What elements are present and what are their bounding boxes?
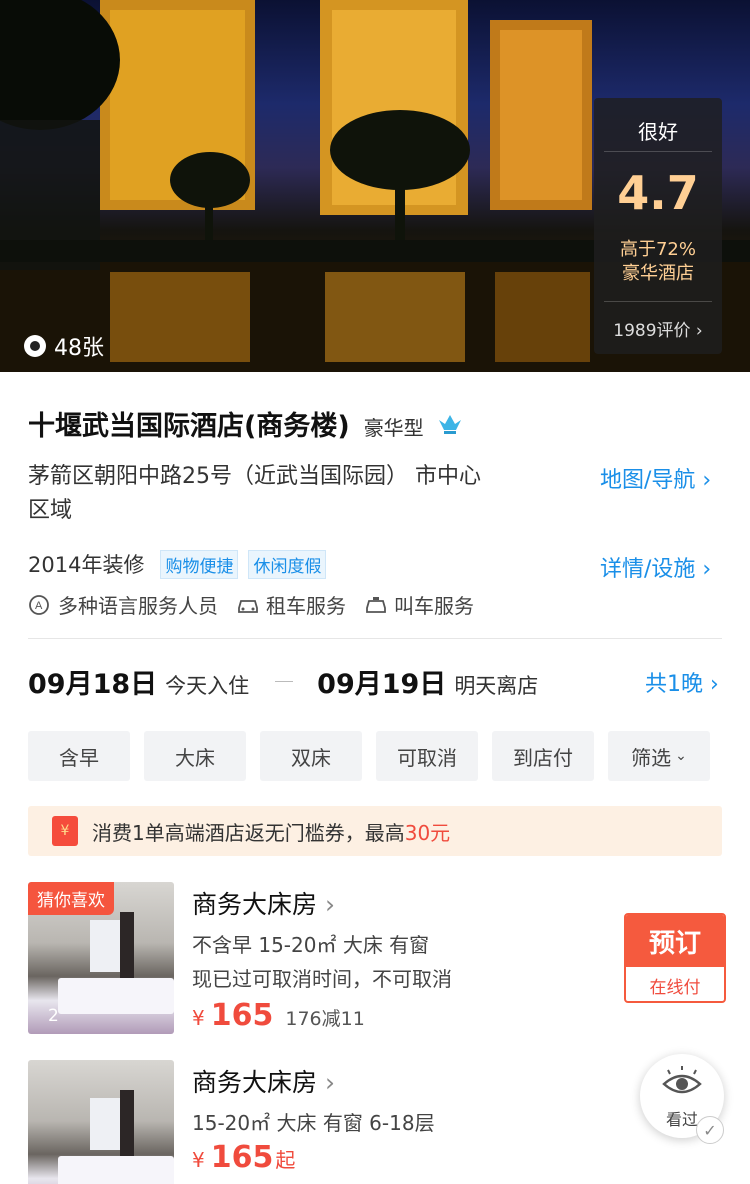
nights-link[interactable]: 共1晚 › xyxy=(645,666,719,698)
filter-more[interactable]: 筛选 ⌄ xyxy=(608,731,710,781)
room-cancel-policy: 现已过可取消时间，不可取消 xyxy=(192,967,452,991)
feature-tag: 休闲度假 xyxy=(248,549,327,579)
rating-score: 4.7 xyxy=(617,166,699,220)
currency-symbol: ¥ xyxy=(192,1148,205,1172)
map-navigation-link[interactable]: 地图/导航 › xyxy=(600,462,711,494)
hotel-name: 十堰武当国际酒店(商务楼) xyxy=(28,411,350,442)
chevron-right-icon: › xyxy=(702,468,712,493)
room-price: ¥ 165 176减11 xyxy=(192,998,365,1033)
pay-online-label: 在线付 xyxy=(649,977,701,998)
filter-cancellable[interactable]: 可取消 xyxy=(376,731,478,781)
svg-text:A: A xyxy=(35,600,43,612)
hotel-hero-photo[interactable]: 48张 很好 4.7 高于72% 豪华酒店 1989评价 › xyxy=(0,0,750,372)
book-label: 预订 xyxy=(626,915,724,967)
filter-breakfast[interactable]: 含早 xyxy=(28,731,130,781)
room-title-text: 商务大床房 xyxy=(192,1068,318,1097)
filter-twin-bed[interactable]: 双床 xyxy=(260,731,362,781)
book-button[interactable]: 预订 在线付 xyxy=(624,913,726,1003)
date-separator xyxy=(275,681,294,682)
room-image[interactable]: 猜你喜欢 2 xyxy=(28,882,174,1034)
photo-count[interactable]: 48张 xyxy=(24,330,104,362)
details-facilities-label: 详情/设施 xyxy=(600,557,696,582)
service-item: A 多种语言服务人员 xyxy=(28,590,218,619)
review-count: 1989评价 xyxy=(613,321,691,341)
camera-icon xyxy=(24,335,46,357)
filter-king-bed[interactable]: 大床 xyxy=(144,731,246,781)
language-service-icon: A xyxy=(29,594,49,615)
photo-count-text: 48张 xyxy=(54,336,104,361)
nights-count: 共1晚 xyxy=(645,672,703,697)
promo-text: 消费1单高端酒店返无门槛券，最高 xyxy=(92,820,405,845)
room-features: 不含早 15-20㎡ 大床 有窗 xyxy=(192,933,430,957)
room-bed xyxy=(58,978,174,1014)
room-bed xyxy=(58,1156,174,1184)
checkin-label: 今天入住 xyxy=(165,674,250,698)
service-label: 多种语言服务人员 xyxy=(58,594,218,618)
promo-amount: 30元 xyxy=(404,820,451,845)
currency-symbol: ¥ xyxy=(192,1006,205,1030)
renovation-year: 2014年装修 xyxy=(28,553,145,577)
room-title[interactable]: 商务大床房 › xyxy=(192,885,335,921)
hotel-address: 茅箭区朝阳中路25号（近武当国际园） 市中心 区域 xyxy=(28,460,568,528)
service-item: 叫车服务 xyxy=(364,590,474,619)
address-line1: 茅箭区朝阳中路25号（近武当国际园） 市中心 xyxy=(28,464,481,489)
car-rental-icon xyxy=(238,599,258,613)
recommend-badge: 猜你喜欢 xyxy=(28,882,114,915)
room-title-text: 商务大床房 xyxy=(192,890,318,919)
hotel-name-row: 十堰武当国际酒店(商务楼) 豪华型 xyxy=(28,404,464,443)
rating-panel[interactable]: 很好 4.7 高于72% 豪华酒店 1989评价 › xyxy=(594,98,722,354)
chevron-right-icon: › xyxy=(710,672,719,697)
chevron-right-icon: › xyxy=(324,1068,335,1097)
rating-label: 很好 xyxy=(604,98,712,152)
price-discount: 176减11 xyxy=(285,1008,365,1030)
price-from-suffix: 起 xyxy=(275,1148,296,1172)
rating-percentile: 高于72% 豪华酒店 xyxy=(604,230,712,302)
chevron-right-icon: › xyxy=(702,557,712,582)
price-value: 165 xyxy=(210,998,274,1033)
eye-icon xyxy=(662,1066,702,1094)
room-filters: 含早 大床 双床 可取消 到店付 筛选 ⌄ xyxy=(28,731,710,781)
red-envelope-icon: ¥ xyxy=(52,816,78,846)
renovation-row: 2014年装修 购物便捷 休闲度假 xyxy=(28,549,327,579)
promo-banner[interactable]: ¥ 消费1单高端酒店返无门槛券，最高 30元 xyxy=(28,806,722,856)
room-price: ¥ 165 起 xyxy=(192,1140,295,1175)
service-item: 租车服务 xyxy=(236,590,346,619)
rating-percentile-line1: 高于72% xyxy=(619,239,696,260)
hotel-type: 豪华型 xyxy=(363,416,424,440)
details-facilities-link[interactable]: 详情/设施 › xyxy=(600,551,711,583)
address-line2: 区域 xyxy=(28,498,73,523)
price-value: 165 xyxy=(210,1140,274,1175)
date-selector[interactable]: 09月18日 今天入住 09月19日 明天离店 xyxy=(28,662,538,701)
filter-pay-at-hotel[interactable]: 到店付 xyxy=(492,731,594,781)
image-count: 2 xyxy=(48,1006,59,1026)
chevron-down-icon: ⌄ xyxy=(675,748,687,764)
filter-more-label: 筛选 xyxy=(631,745,672,770)
services-row: A 多种语言服务人员 租车服务 叫车服务 xyxy=(28,590,474,619)
chevron-right-icon: › xyxy=(324,890,335,919)
rating-percentile-line2: 豪华酒店 xyxy=(622,263,694,284)
room-title[interactable]: 商务大床房 › xyxy=(192,1063,335,1099)
service-label: 叫车服务 xyxy=(394,594,474,618)
room-image[interactable]: 2 xyxy=(28,1060,174,1184)
checkout-date[interactable]: 09月19日 xyxy=(317,662,446,701)
section-divider xyxy=(28,638,722,639)
taxi-icon xyxy=(366,596,386,613)
review-count-link[interactable]: 1989评价 › xyxy=(594,302,722,341)
chevron-right-icon: › xyxy=(695,321,703,341)
service-label: 租车服务 xyxy=(266,594,346,618)
checkout-label: 明天离店 xyxy=(454,674,539,698)
map-navigation-label: 地图/导航 xyxy=(600,468,696,493)
feature-tag: 购物便捷 xyxy=(160,549,239,579)
crown-icon xyxy=(438,414,461,434)
checkin-date[interactable]: 09月18日 xyxy=(28,662,157,701)
check-icon: ✓ xyxy=(696,1116,724,1144)
room-features: 15-20㎡ 大床 有窗 6-18层 xyxy=(192,1111,435,1135)
